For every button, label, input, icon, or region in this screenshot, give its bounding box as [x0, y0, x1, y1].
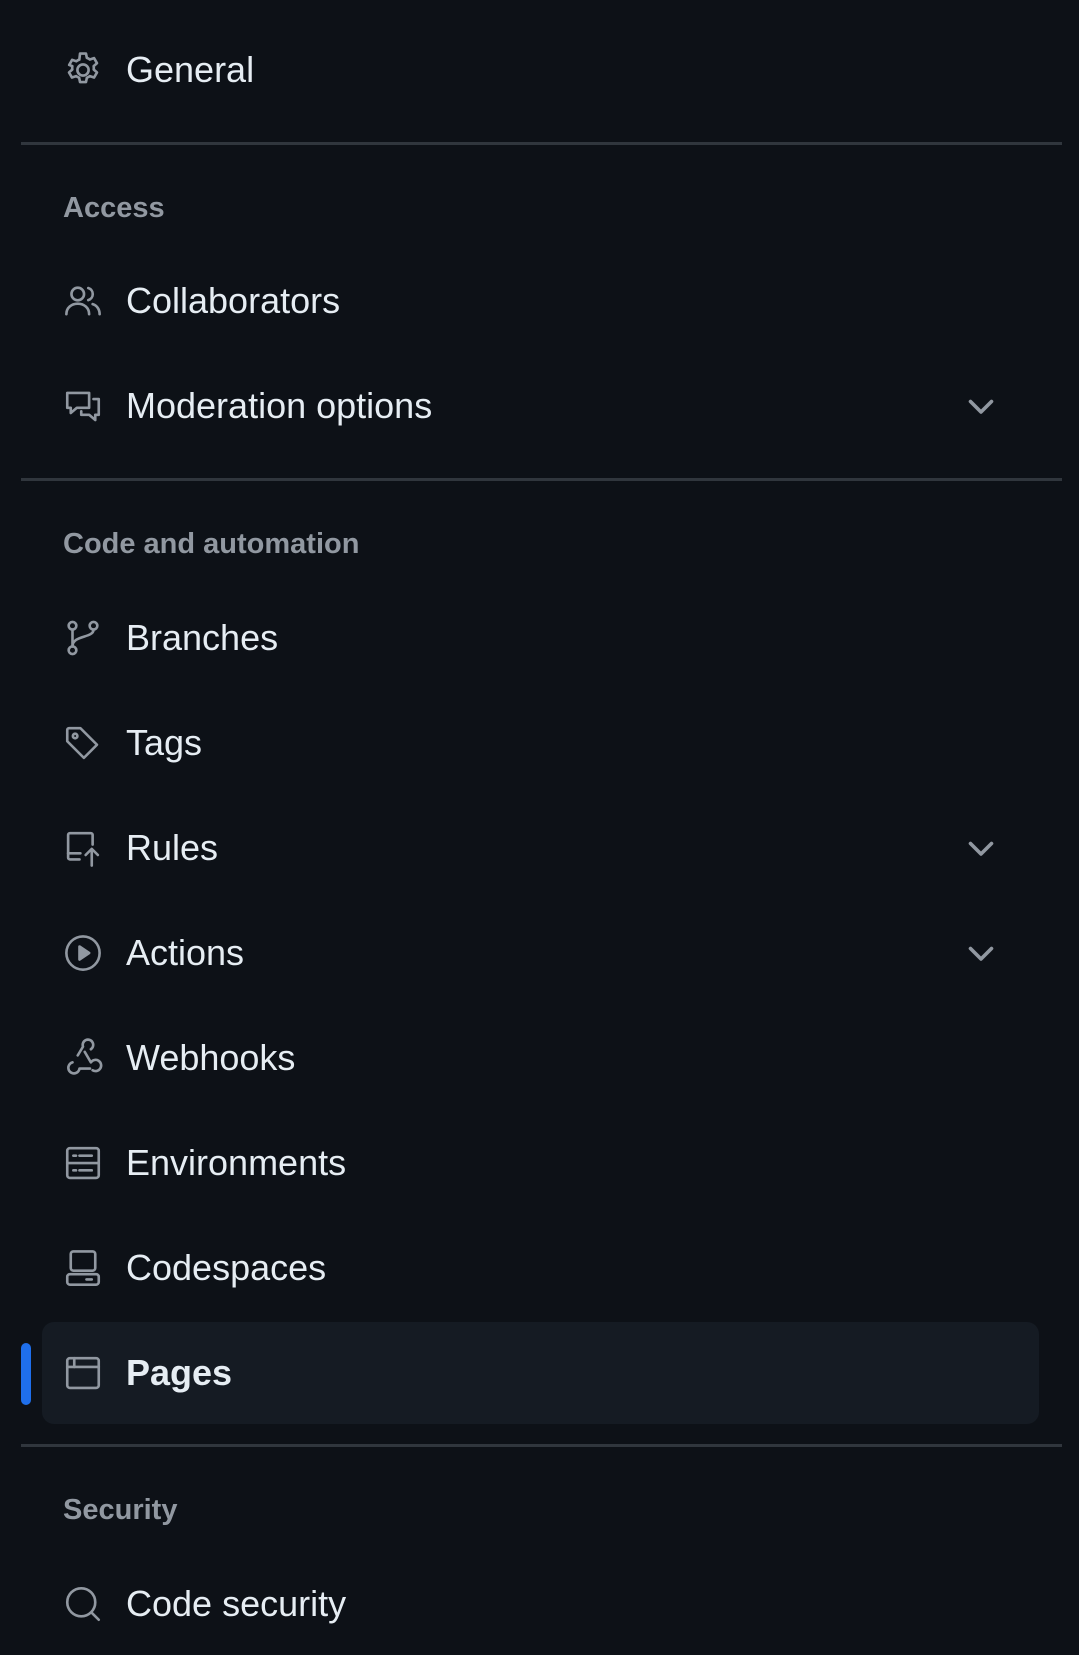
- sidebar-item-label: Webhooks: [126, 1037, 296, 1078]
- section-heading-security: Security: [63, 1494, 178, 1526]
- people-icon: [62, 280, 104, 322]
- codespaces-icon: [62, 1247, 104, 1289]
- sidebar-item-collaborators[interactable]: Collaborators: [42, 250, 1039, 352]
- sidebar-item-label: Actions: [126, 932, 245, 973]
- repo-push-icon: [62, 827, 104, 869]
- sidebar-item-tags[interactable]: Tags: [42, 692, 1039, 794]
- sidebar-item-general[interactable]: General: [42, 19, 1039, 121]
- section-heading-code-and-automation: Code and automation: [63, 528, 360, 560]
- sidebar-item-label: Codespaces: [126, 1247, 327, 1288]
- sidebar-item-label: Branches: [126, 617, 279, 658]
- webhook-icon: [62, 1037, 104, 1079]
- server-icon: [62, 1142, 104, 1184]
- codescan-icon: [62, 1583, 104, 1625]
- sidebar-item-label: Moderation options: [126, 385, 433, 426]
- sidebar-item-codespaces[interactable]: Codespaces: [42, 1217, 1039, 1319]
- sidebar-item-label: Rules: [126, 827, 219, 868]
- sidebar-item-code-security[interactable]: Code security: [42, 1553, 1039, 1655]
- sidebar-item-rules[interactable]: Rules: [42, 797, 1039, 899]
- chevron-down-icon[interactable]: [963, 935, 999, 971]
- gear-icon: [62, 49, 104, 91]
- sidebar-item-actions[interactable]: Actions: [42, 902, 1039, 1004]
- sidebar-item-webhooks[interactable]: Webhooks: [42, 1007, 1039, 1109]
- section-heading-access: Access: [63, 192, 165, 224]
- comment-discussion-icon: [62, 385, 104, 427]
- active-indicator: [21, 1343, 31, 1405]
- sidebar-item-environments[interactable]: Environments: [42, 1112, 1039, 1214]
- sidebar-item-pages[interactable]: Pages: [42, 1322, 1039, 1424]
- play-icon: [62, 932, 104, 974]
- section-divider: [21, 478, 1062, 481]
- sidebar-item-label: Code security: [126, 1583, 347, 1624]
- section-divider: [21, 142, 1062, 145]
- tag-icon: [62, 722, 104, 764]
- chevron-down-icon[interactable]: [963, 388, 999, 424]
- sidebar-item-moderation-options[interactable]: Moderation options: [42, 355, 1039, 457]
- browser-icon: [62, 1352, 104, 1394]
- sidebar-item-label: Tags: [126, 722, 203, 763]
- sidebar-item-label: General: [126, 49, 255, 90]
- section-divider: [21, 1444, 1062, 1447]
- chevron-down-icon[interactable]: [963, 830, 999, 866]
- sidebar-item-branches[interactable]: Branches: [42, 587, 1039, 689]
- git-branch-icon: [62, 617, 104, 659]
- sidebar-item-label: Collaborators: [126, 280, 341, 321]
- sidebar-item-label: Pages: [126, 1352, 233, 1393]
- sidebar-item-label: Environments: [126, 1142, 347, 1183]
